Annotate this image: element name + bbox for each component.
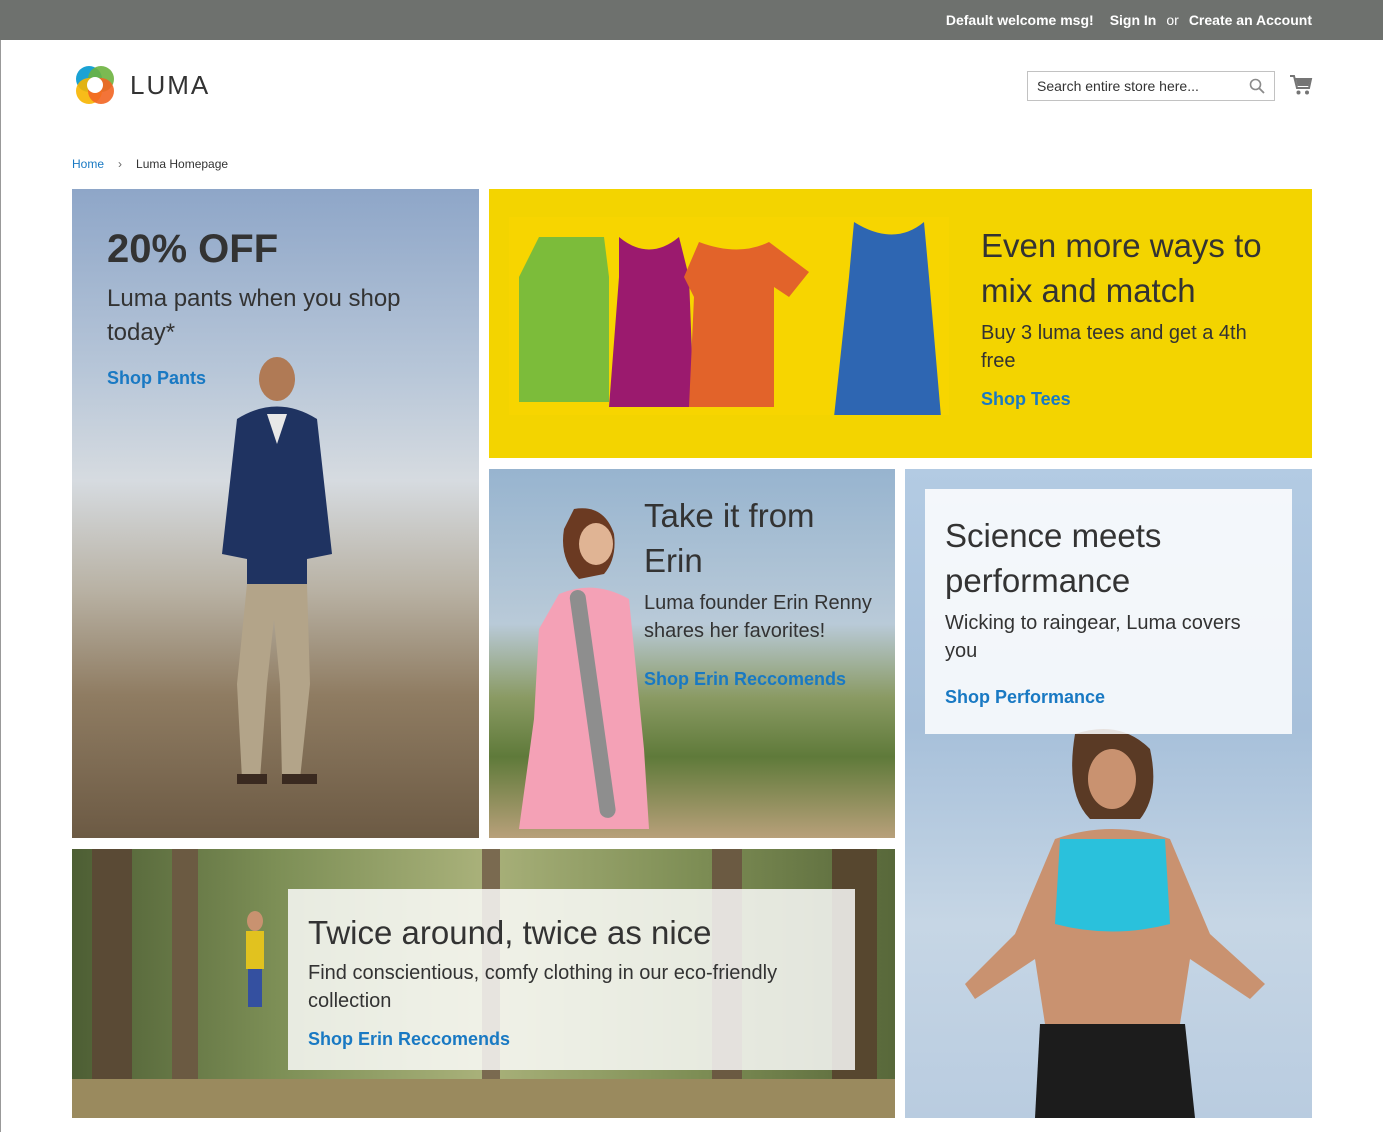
promo-performance[interactable]: Science meets performance Wicking to rai… [905, 469, 1312, 1118]
create-account-link[interactable]: Create an Account [1189, 12, 1312, 28]
promo-erin-heading: Take it from Erin [644, 497, 815, 579]
tees-image [509, 217, 949, 415]
promo-erin[interactable]: Take it from Erin Luma founder Erin Renn… [489, 469, 895, 838]
promo-tees-description: Buy 3 luma tees and get a 4th free [981, 322, 1247, 372]
shop-performance-link[interactable]: Shop Performance [945, 687, 1272, 708]
promo-eco-description: Find conscientious, comfy clothing in ou… [308, 962, 778, 1012]
shop-tees-link[interactable]: Shop Tees [981, 389, 1281, 410]
cart-icon[interactable] [1289, 73, 1313, 97]
breadcrumb-current: Luma Homepage [136, 157, 229, 171]
promo-tees[interactable]: Even more ways to mix and match Buy 3 lu… [489, 189, 1312, 458]
welcome-message: Default welcome msg! [945, 12, 1094, 28]
promo-tees-text: Even more ways to mix and match Buy 3 lu… [981, 223, 1281, 410]
man-image [222, 357, 332, 784]
page-edge [0, 40, 1, 1132]
promo-pants-description: Luma pants when you shop today* [107, 285, 401, 346]
promo-eco[interactable]: Twice around, twice as nice Find conscie… [72, 849, 895, 1118]
promo-pants-text: 20% OFF Luma pants when you shop today* … [107, 227, 407, 389]
shop-eco-link[interactable]: Shop Erin Reccomends [308, 1029, 835, 1050]
sign-in-link[interactable]: Sign In [1110, 12, 1157, 28]
promo-pants-heading: 20% OFF [107, 227, 279, 271]
promo-performance-description: Wicking to raingear, Luma covers you [945, 612, 1241, 662]
search-box [1027, 71, 1275, 101]
promo-erin-description: Luma founder Erin Renny shares her favor… [644, 592, 872, 642]
promo-erin-text: Take it from Erin Luma founder Erin Renn… [644, 493, 874, 690]
search-icon[interactable] [1249, 78, 1265, 94]
search-input[interactable] [1028, 72, 1242, 100]
luma-logo[interactable]: LUMA [72, 62, 210, 108]
promo-tees-heading: Even more ways to mix and match [981, 227, 1262, 309]
breadcrumb-home[interactable]: Home [72, 157, 104, 171]
promo-pants[interactable]: 20% OFF Luma pants when you shop today* … [72, 189, 479, 838]
athlete-image [965, 729, 1265, 1118]
top-bar: Default welcome msg! Sign In or Create a… [0, 0, 1383, 40]
promo-performance-panel: Science meets performance Wicking to rai… [925, 489, 1292, 734]
luma-logo-icon [76, 66, 114, 104]
breadcrumb: Home › Luma Homepage [72, 157, 228, 171]
promo-eco-heading: Twice around, twice as nice [308, 914, 712, 951]
shop-pants-link[interactable]: Shop Pants [107, 368, 407, 389]
or-text: or [1166, 12, 1179, 28]
promo-eco-panel: Twice around, twice as nice Find conscie… [288, 889, 855, 1070]
logo-wordmark: LUMA [130, 69, 211, 100]
promo-performance-heading: Science meets performance [945, 517, 1162, 599]
header-links: Default welcome msg! Sign In or Create a… [946, 0, 1312, 40]
shop-erin-recommends-link[interactable]: Shop Erin Reccomends [644, 669, 874, 690]
chevron-right-icon: › [118, 157, 123, 171]
